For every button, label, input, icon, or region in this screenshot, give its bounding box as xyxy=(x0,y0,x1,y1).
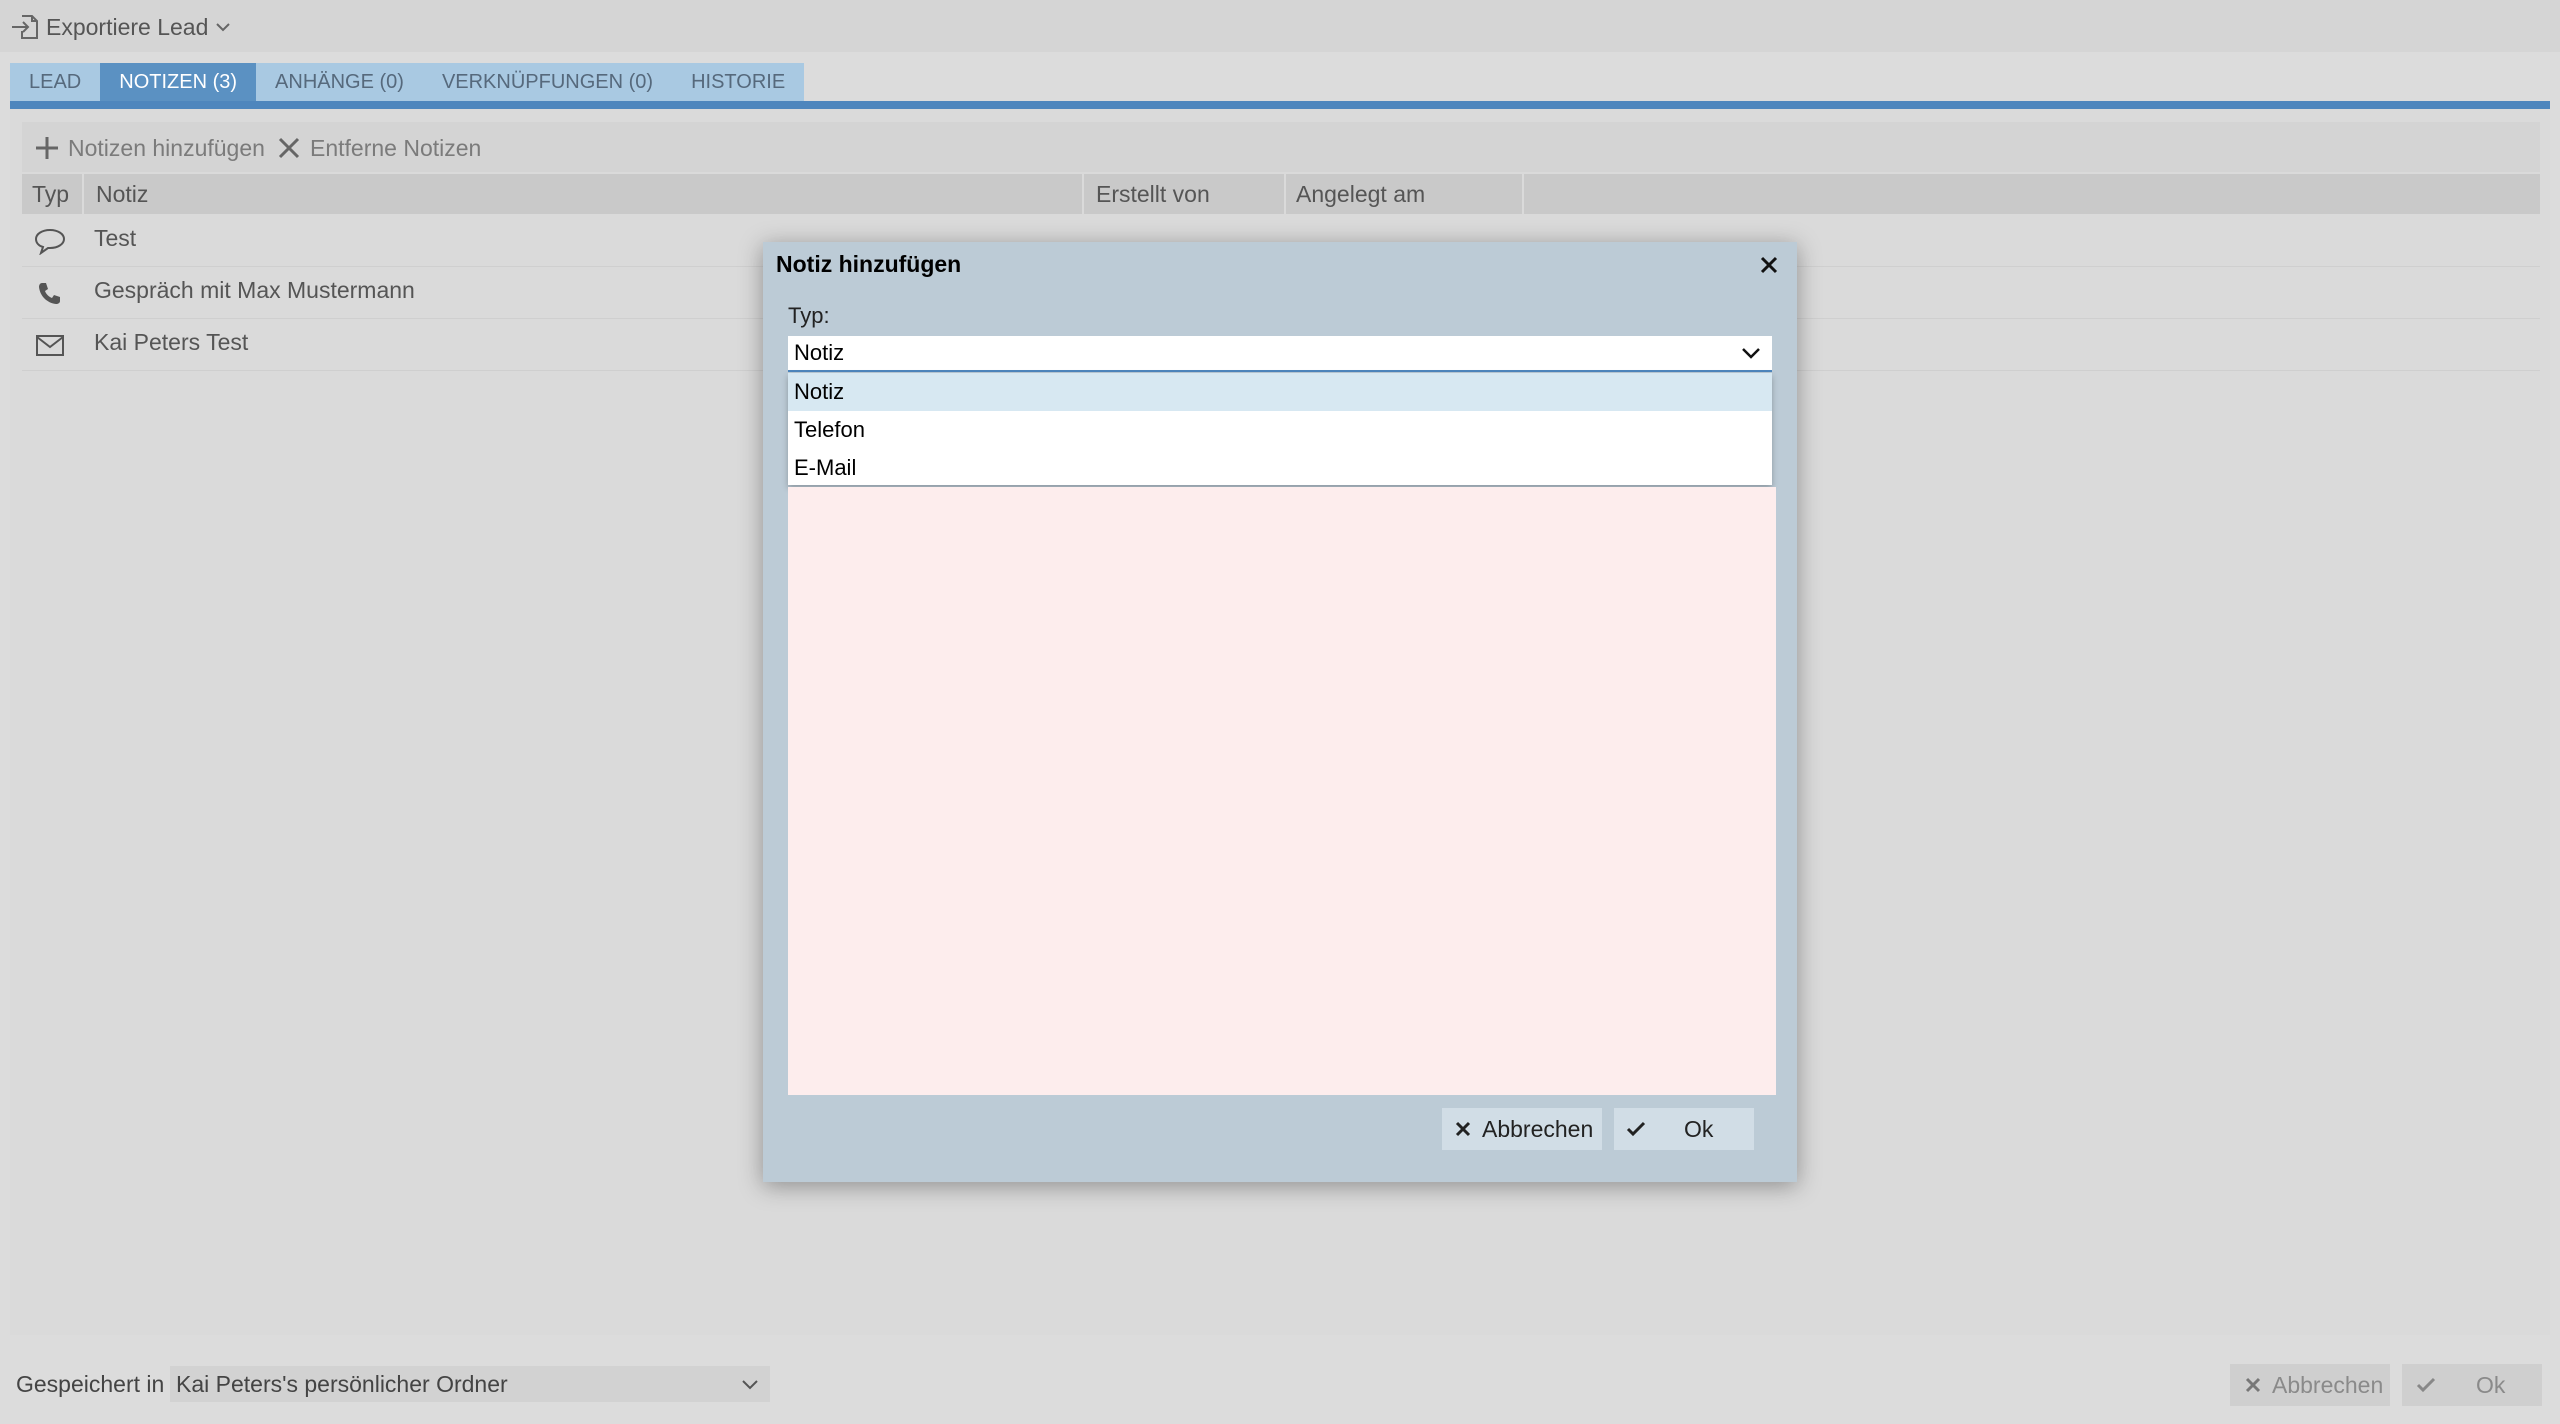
column-header-angelegt-am[interactable]: Angelegt am xyxy=(1286,174,1524,214)
add-notes-label: Notizen hinzufügen xyxy=(68,134,265,161)
tab-bar: LEAD NOTIZEN (3) ANHÄNGE (0) VERKNÜPFUNG… xyxy=(10,63,805,102)
tab-lead[interactable]: LEAD xyxy=(10,63,101,102)
close-icon xyxy=(2244,1376,2262,1394)
dialog-cancel-label: Abbrechen xyxy=(1482,1115,1594,1142)
remove-notes-label: Entferne Notizen xyxy=(310,134,482,161)
dialog-close-button[interactable] xyxy=(1754,250,1784,280)
speech-bubble-icon xyxy=(34,227,66,255)
export-lead-button[interactable]: Exportiere Lead xyxy=(10,10,232,44)
chevron-down-icon xyxy=(1740,342,1762,364)
close-icon xyxy=(1454,1120,1472,1138)
close-icon xyxy=(1754,250,1784,280)
plus-icon xyxy=(34,135,60,161)
chevron-down-icon xyxy=(740,1374,760,1394)
saved-in-label: Gespeichert in xyxy=(16,1371,165,1397)
check-icon xyxy=(1626,1120,1646,1138)
footer-ok-button[interactable]: Ok xyxy=(2402,1364,2542,1406)
remove-notes-button[interactable]: Entferne Notizen xyxy=(276,128,481,168)
dialog-title: Notiz hinzufügen xyxy=(776,251,962,277)
footer-cancel-label: Abbrechen xyxy=(2272,1371,2384,1398)
column-header-typ[interactable]: Typ xyxy=(22,174,84,214)
column-header-erstellt-von[interactable]: Erstellt von xyxy=(1086,174,1286,214)
tab-notizen[interactable]: NOTIZEN (3) xyxy=(100,63,257,102)
footer-cancel-button[interactable]: Abbrechen xyxy=(2230,1364,2390,1406)
close-icon xyxy=(276,135,302,161)
folder-select-value: Kai Peters's persönlicher Ordner xyxy=(176,1370,508,1397)
tab-historie[interactable]: HISTORIE xyxy=(672,63,805,102)
tab-verknuepfungen[interactable]: VERKNÜPFUNGEN (0) xyxy=(422,63,673,102)
tab-anhaenge[interactable]: ANHÄNGE (0) xyxy=(256,63,423,102)
note-text: Gespräch mit Max Mustermann xyxy=(94,277,415,303)
type-option-telefon[interactable]: Telefon xyxy=(788,411,1772,449)
type-label: Typ: xyxy=(788,303,830,328)
check-icon xyxy=(2416,1376,2436,1394)
add-notes-button[interactable]: Notizen hinzufügen xyxy=(34,128,265,168)
type-option-email[interactable]: E-Mail xyxy=(788,449,1772,487)
dialog-ok-label: Ok xyxy=(1684,1115,1714,1142)
type-select[interactable]: Notiz xyxy=(788,336,1772,372)
export-icon xyxy=(10,12,40,42)
chevron-down-icon xyxy=(214,18,232,36)
dialog-ok-button[interactable]: Ok xyxy=(1614,1108,1754,1150)
top-bar xyxy=(0,0,2560,52)
tab-underline xyxy=(10,101,2550,109)
note-text: Kai Peters Test xyxy=(94,329,249,355)
phone-icon xyxy=(34,279,66,307)
note-text: Test xyxy=(94,225,137,251)
type-dropdown-list: Notiz Telefon E-Mail xyxy=(788,373,1772,485)
envelope-icon xyxy=(34,331,66,359)
folder-select[interactable]: Kai Peters's persönlicher Ordner xyxy=(170,1366,770,1402)
type-select-value: Notiz xyxy=(794,340,845,365)
note-textarea[interactable] xyxy=(788,487,1776,1095)
dialog-cancel-button[interactable]: Abbrechen xyxy=(1442,1108,1602,1150)
footer-ok-label: Ok xyxy=(2476,1371,2506,1398)
type-option-notiz[interactable]: Notiz xyxy=(788,373,1772,411)
export-lead-label: Exportiere Lead xyxy=(46,13,209,40)
column-header-notiz[interactable]: Notiz xyxy=(86,174,1084,214)
